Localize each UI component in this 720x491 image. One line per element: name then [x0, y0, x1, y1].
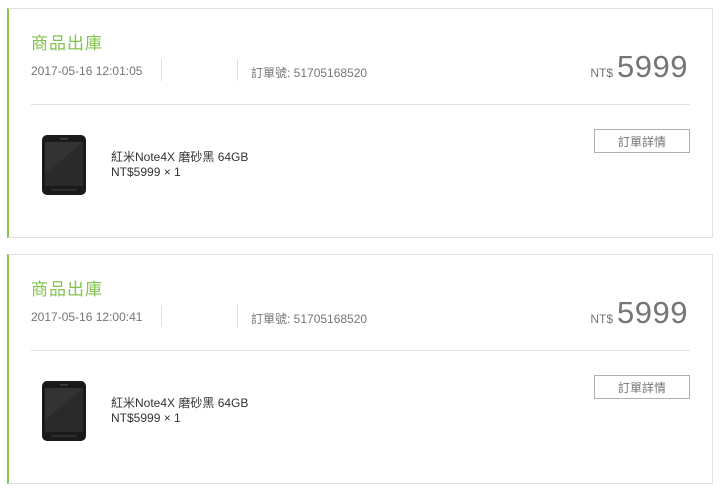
- total-currency: NT$: [590, 66, 614, 80]
- order-card: 商品出庫 2017-05-16 12:00:41 訂單號: 5170516852…: [7, 254, 713, 484]
- phone-icon[interactable]: [41, 380, 87, 442]
- order-datetime: 2017-05-16 12:01:05: [31, 64, 143, 78]
- order-number: 訂單號: 51705168520: [251, 66, 368, 80]
- order-datetime: 2017-05-16 12:00:41: [31, 310, 143, 324]
- divider-vertical: [161, 59, 162, 81]
- product-price-quantity: NT$5999 × 1: [111, 165, 181, 179]
- total-currency: NT$: [590, 312, 614, 326]
- divider-vertical: [161, 305, 162, 327]
- total-amount: 5999: [617, 49, 688, 84]
- product-name[interactable]: 紅米Note4X 磨砂黑 64GB: [111, 394, 248, 411]
- order-status: 商品出庫: [31, 34, 103, 53]
- order-total: NT$ 5999: [590, 295, 688, 331]
- product-name[interactable]: 紅米Note4X 磨砂黑 64GB: [111, 148, 248, 165]
- order-number: 訂單號: 51705168520: [251, 312, 368, 326]
- divider-vertical: [237, 59, 238, 81]
- order-card: 商品出庫 2017-05-16 12:01:05 訂單號: 5170516852…: [7, 8, 713, 238]
- order-status: 商品出庫: [31, 280, 103, 299]
- order-detail-button[interactable]: 訂單詳情: [594, 129, 690, 153]
- divider-horizontal: [31, 104, 690, 105]
- divider-vertical: [237, 305, 238, 327]
- order-total: NT$ 5999: [590, 49, 688, 85]
- total-amount: 5999: [617, 295, 688, 330]
- order-detail-button[interactable]: 訂單詳情: [594, 375, 690, 399]
- divider-horizontal: [31, 350, 690, 351]
- product-price-quantity: NT$5999 × 1: [111, 411, 181, 425]
- phone-icon[interactable]: [41, 134, 87, 196]
